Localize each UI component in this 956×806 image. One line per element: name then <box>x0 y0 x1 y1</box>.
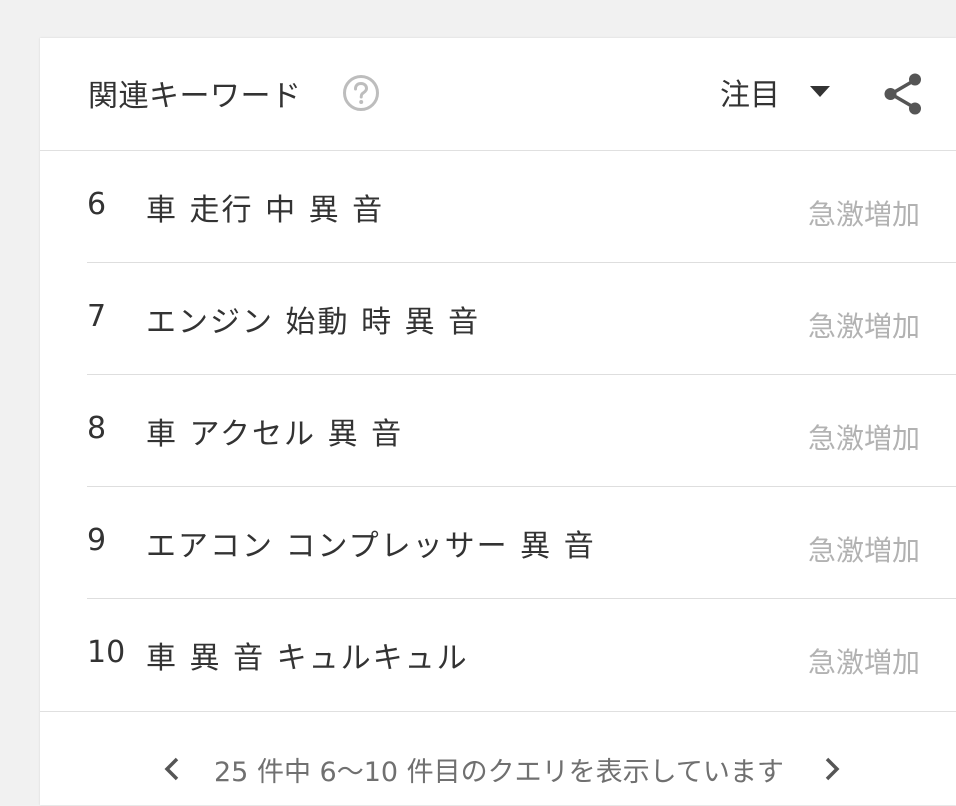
rank-number: 6 <box>87 187 107 222</box>
list-item[interactable]: 9 エアコン コンプレッサー 異 音 急激増加 <box>87 487 956 599</box>
query-link[interactable]: 車 異 音 キュルキュル <box>146 633 469 677</box>
filter-label: 注目 <box>720 78 780 113</box>
list-item[interactable]: 6 車 走行 中 異 音 急激増加 <box>87 151 956 263</box>
rank-number: 7 <box>87 299 107 334</box>
list-item[interactable]: 7 エンジン 始動 時 異 音 急激増加 <box>87 263 956 375</box>
rank-number: 10 <box>87 635 126 670</box>
trend-value: 急激増加 <box>807 646 920 679</box>
query-link[interactable]: 車 走行 中 異 音 <box>146 185 384 229</box>
list-item[interactable]: 8 車 アクセル 異 音 急激増加 <box>87 375 956 487</box>
related-queries-card: 関連キーワード 注目 6 車 走行 中 異 音 急激増加 7 エンジン 始動 時… <box>40 38 956 805</box>
pagination-bar: 25 件中 6〜10 件目のクエリを表示しています <box>40 711 956 806</box>
chevron-right-icon[interactable] <box>822 756 842 782</box>
help-circle-icon[interactable] <box>342 74 380 112</box>
pagination-text: 25 件中 6〜10 件目のクエリを表示しています <box>214 757 784 788</box>
query-link[interactable]: 車 アクセル 異 音 <box>146 409 403 453</box>
list-item[interactable]: 10 車 異 音 キュルキュル 急激増加 <box>87 599 956 710</box>
rank-number: 9 <box>87 523 107 558</box>
caret-down-icon <box>810 86 830 97</box>
rank-number: 8 <box>87 411 107 446</box>
filter-dropdown[interactable]: 注目 <box>720 70 830 114</box>
trend-value: 急激増加 <box>807 198 920 231</box>
query-link[interactable]: エアコン コンプレッサー 異 音 <box>146 521 596 565</box>
query-link[interactable]: エンジン 始動 時 異 音 <box>146 297 480 341</box>
trend-value: 急激増加 <box>807 422 920 455</box>
card-title: 関連キーワード <box>88 79 302 114</box>
query-list: 6 車 走行 中 異 音 急激増加 7 エンジン 始動 時 異 音 急激増加 8… <box>40 151 956 710</box>
card-header: 関連キーワード 注目 <box>40 38 956 151</box>
chevron-left-icon[interactable] <box>162 756 182 782</box>
trend-value: 急激増加 <box>807 310 920 343</box>
share-icon[interactable] <box>882 72 924 116</box>
trend-value: 急激増加 <box>807 534 920 567</box>
